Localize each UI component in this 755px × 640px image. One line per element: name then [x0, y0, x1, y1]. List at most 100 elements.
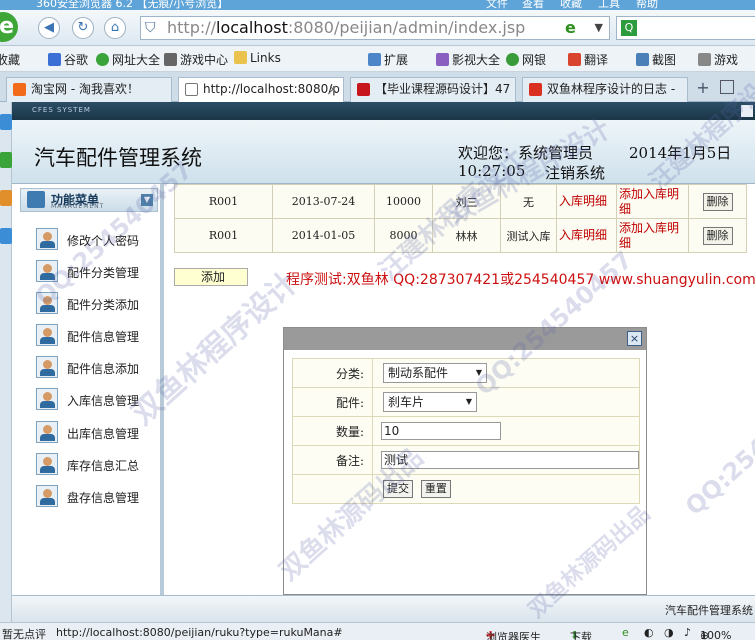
ie-status-icon[interactable]: e — [622, 626, 629, 639]
menu-item-change-password[interactable]: 修改个人密码 — [36, 226, 160, 252]
bookmark-extensions[interactable]: 扩展 — [368, 51, 408, 68]
bookmark-bank[interactable]: 网银 — [506, 51, 546, 68]
bookmark-translate[interactable]: 翻译 — [568, 51, 608, 68]
menu-view[interactable]: 查看 — [522, 0, 544, 10]
grid-icon — [368, 53, 381, 66]
add-inbound-detail-link[interactable]: 添加入库明细 — [616, 184, 689, 219]
sidebar-orange-icon[interactable] — [0, 190, 12, 206]
bookmark-google[interactable]: 谷歌 — [48, 51, 88, 68]
bookmark-favorites[interactable]: 收藏 — [0, 51, 20, 68]
user-icon — [36, 453, 58, 475]
address-host: localhost — [216, 18, 288, 37]
close-tab-icon[interactable]: × — [328, 78, 338, 100]
search-engine-icon[interactable]: Q — [621, 20, 637, 36]
home-button[interactable]: ⌂ — [104, 17, 126, 39]
quantity-label: 数量: — [292, 416, 373, 446]
page-title: 汽车配件管理系统 — [34, 146, 202, 170]
table-cell-person: 林林 — [432, 218, 501, 253]
search-input[interactable]: Q — [616, 16, 755, 40]
menu-item-inbound-manage[interactable]: 入库信息管理 — [36, 386, 160, 412]
quantity-input[interactable]: 10 — [381, 422, 501, 440]
table-cell-date: 2014-01-05 — [272, 218, 375, 253]
sound-icon[interactable]: ♪ — [684, 626, 691, 639]
volume-icon[interactable]: ◑ — [664, 626, 674, 639]
category-select[interactable]: 制动系配件 — [383, 363, 487, 383]
new-tab-button[interactable]: + — [694, 80, 712, 98]
app-header: 汽车配件管理系统 欢迎您：系统管理员 2014年1月5日 10:27:05 注销… — [12, 120, 755, 184]
address-bar[interactable]: ⛉ http://localhost:8080/peijian/admin/in… — [140, 16, 610, 40]
tab-taobao[interactable]: 淘宝网 - 淘我喜欢！ — [6, 77, 172, 102]
delete-button[interactable]: 删除 — [702, 226, 733, 245]
menu-favorites[interactable]: 收藏 — [560, 0, 582, 10]
browser-navbar: e ◀ ↻ ⌂ ⛉ http://localhost:8080/peijian/… — [0, 10, 755, 46]
bookmark-label: 截图 — [652, 53, 677, 67]
tab-restore-icon[interactable] — [720, 80, 734, 94]
reset-button[interactable]: 重置 — [420, 480, 451, 498]
menu-item-label: 盘存信息管理 — [67, 491, 140, 505]
bookmark-sites[interactable]: 网址大全 — [96, 51, 160, 68]
category-select-value: 制动系配件 — [388, 366, 449, 380]
user-icon — [36, 388, 58, 410]
chevron-down-icon[interactable]: ▼ — [595, 17, 603, 39]
status-review[interactable]: 暂无点评 — [2, 626, 46, 640]
table-cell-code: R001 — [174, 218, 273, 253]
user-icon — [36, 292, 58, 314]
submit-button[interactable]: 提交 — [383, 480, 413, 498]
browser-sidebar — [0, 102, 12, 622]
back-button[interactable]: ◀ — [38, 17, 60, 39]
menu-item-category-manage[interactable]: 配件分类管理 — [36, 258, 160, 284]
bookmark-screenshot[interactable]: 截图 — [636, 51, 676, 68]
bookmark-movies[interactable]: 影视大全 — [436, 51, 500, 68]
delete-button[interactable]: 删除 — [702, 192, 733, 211]
collapse-icon[interactable]: ▼ — [141, 194, 153, 206]
window-button-icon[interactable] — [741, 105, 753, 117]
menu-item-part-manage[interactable]: 配件信息管理 — [36, 322, 160, 348]
part-select-value: 刹车片 — [388, 395, 425, 409]
sidebar-blue-icon[interactable] — [0, 114, 12, 130]
add-button[interactable]: 添加 — [174, 268, 248, 286]
bookmark-game-center[interactable]: 游戏中心 — [164, 51, 228, 68]
menu-book-icon — [27, 191, 45, 208]
inbound-detail-link[interactable]: 入库明细 — [556, 218, 617, 253]
menu-item-category-add[interactable]: 配件分类添加 — [36, 290, 160, 316]
tab-source-code[interactable]: 【毕业课程源码设计】47 — [350, 77, 516, 102]
table-cell-note: 测试入库 — [500, 218, 557, 253]
remark-input[interactable]: 测试 — [381, 451, 639, 469]
form-row: 备注: 测试 — [292, 445, 640, 475]
menu-item-inventory-check[interactable]: 盘存信息管理 — [36, 483, 160, 509]
sidebar-mail-icon[interactable] — [0, 228, 12, 244]
sidebar-green-icon[interactable] — [0, 152, 12, 168]
downloads-label: 下载 — [570, 631, 592, 640]
form-row: 分类: 制动系配件 — [292, 358, 640, 388]
taobao-icon — [13, 83, 26, 96]
bookmark-games[interactable]: 游戏 — [698, 51, 738, 68]
menu-item-part-add[interactable]: 配件信息添加 — [36, 354, 160, 380]
part-select[interactable]: 刹车片 — [383, 392, 477, 412]
form-cell: 刹车片 — [372, 387, 640, 417]
add-inbound-detail-link[interactable]: 添加入库明细 — [616, 218, 689, 253]
credit-text: 程序测试:双鱼林 QQ:287307421或254540457 www.shua… — [286, 272, 755, 288]
tab-blog[interactable]: 双鱼林程序设计的日志 - — [522, 77, 688, 102]
user-icon — [36, 324, 58, 346]
menu-item-stock-summary[interactable]: 库存信息汇总 — [36, 451, 160, 477]
close-icon[interactable]: × — [627, 331, 642, 346]
menu-tools[interactable]: 工具 — [598, 0, 620, 10]
google-icon — [48, 53, 61, 66]
menu-subtitle: MANAGEMENT — [51, 203, 105, 210]
menu-file[interactable]: 文件 — [486, 0, 508, 10]
game-icon — [698, 53, 711, 66]
logout-link[interactable]: 注销系统 — [545, 162, 605, 183]
speaker-icon[interactable]: ◐ — [644, 626, 654, 639]
inbound-detail-link[interactable]: 入库明细 — [556, 184, 617, 219]
refresh-button[interactable]: ↻ — [72, 17, 94, 39]
zoom-level-label: 100% — [700, 629, 732, 640]
user-icon — [36, 421, 58, 443]
ie-mode-icon[interactable]: e — [565, 19, 583, 37]
dialog-titlebar[interactable]: × — [284, 328, 646, 350]
menu-item-outbound-manage[interactable]: 出库信息管理 — [36, 419, 160, 445]
menu-help[interactable]: 帮助 — [636, 0, 658, 10]
form-cell: 10 — [372, 416, 640, 446]
tab-localhost[interactable]: http://localhost:8080/p × — [178, 77, 344, 102]
menu-header: 功能菜单 MANAGEMENT ▼ — [20, 188, 158, 212]
bookmark-links[interactable]: Links — [234, 51, 281, 65]
